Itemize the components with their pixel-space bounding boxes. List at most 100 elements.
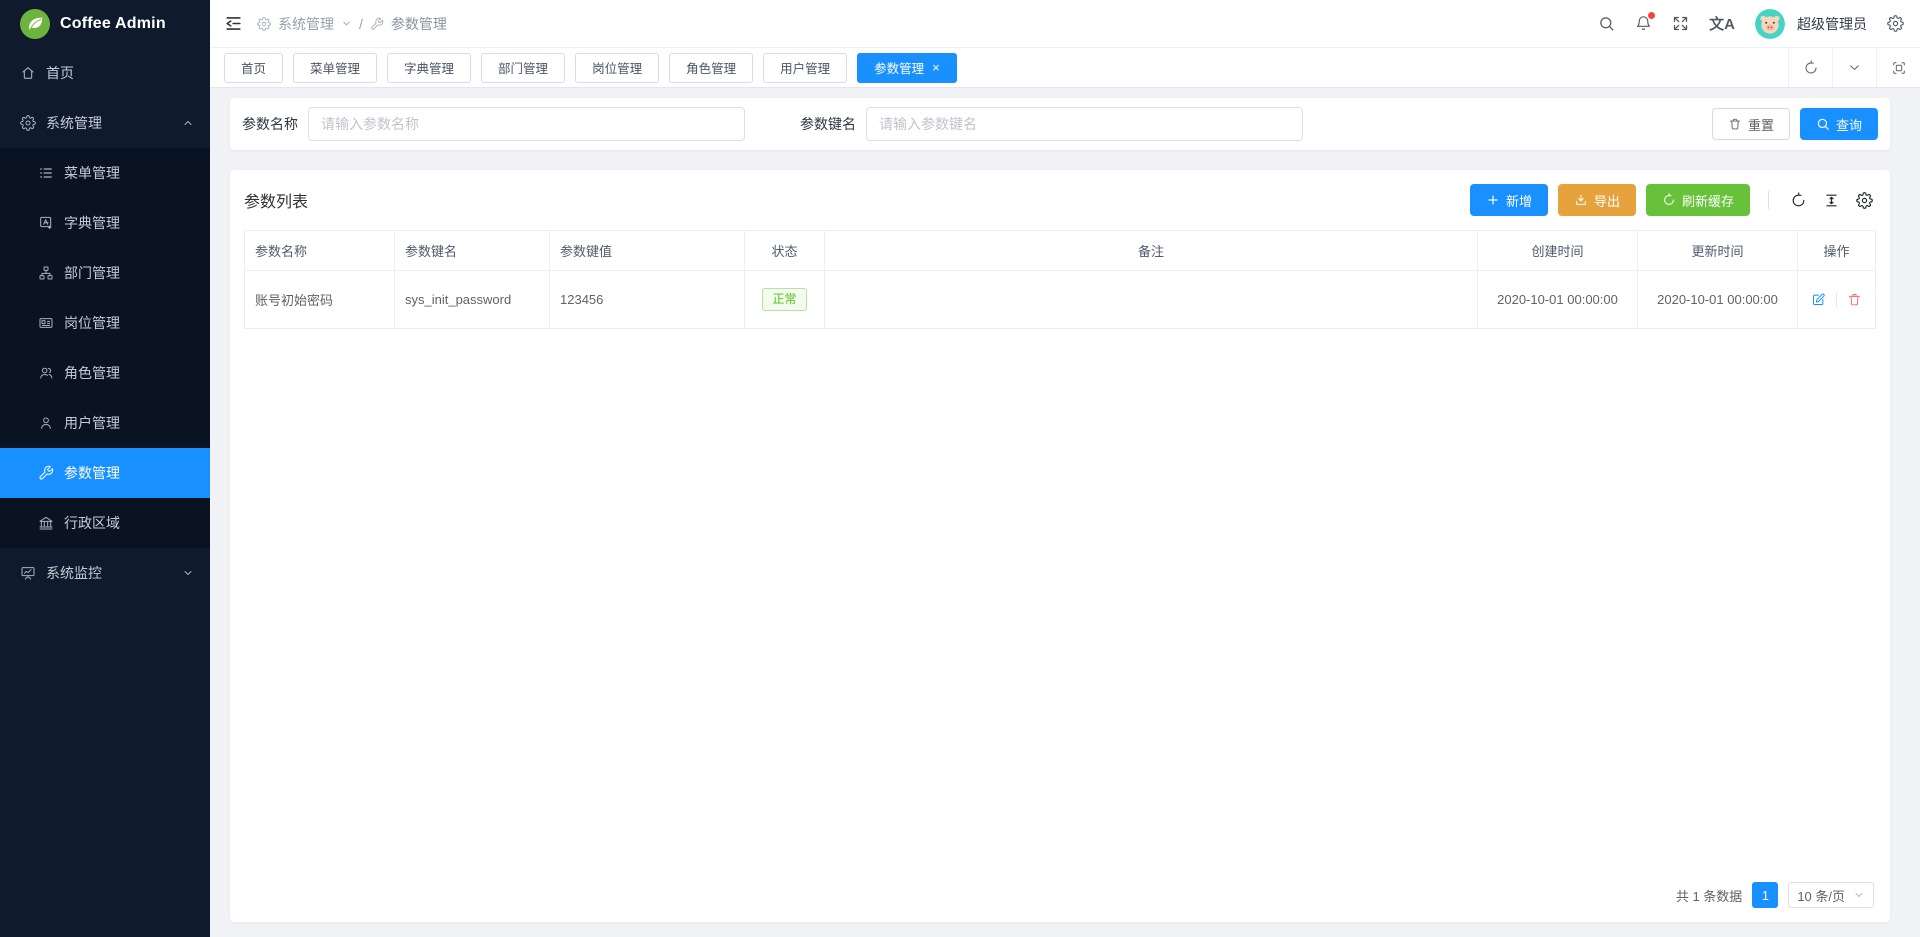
sidebar-item-home[interactable]: 首页	[0, 48, 210, 98]
gear-icon	[257, 17, 271, 31]
sidebar-item-role-management[interactable]: 角色管理	[0, 348, 210, 398]
tab-role-management[interactable]: 角色管理	[669, 53, 753, 83]
export-button[interactable]: 导出	[1558, 184, 1636, 216]
cell-status: 正常	[745, 271, 825, 329]
leaf-icon	[20, 9, 50, 39]
refresh-cache-button[interactable]: 刷新缓存	[1646, 184, 1750, 216]
logo: Coffee Admin	[0, 0, 210, 48]
tab-home[interactable]: 首页	[224, 53, 283, 83]
search-icon[interactable]	[1598, 15, 1615, 32]
content: 参数名称 参数键名 重置 查询	[210, 88, 1920, 937]
download-icon	[1574, 193, 1588, 207]
sidebar-item-system-management[interactable]: 系统管理	[0, 98, 210, 148]
cell-created-at: 2020-10-01 00:00:00	[1478, 271, 1638, 329]
page-button-1[interactable]: 1	[1752, 882, 1778, 908]
fullscreen-icon[interactable]	[1672, 15, 1689, 32]
param-key-label: 参数键名	[800, 114, 856, 134]
sidebar-item-label: 参数管理	[64, 463, 120, 483]
refresh-icon	[1662, 193, 1676, 207]
sidebar-item-label: 部门管理	[64, 263, 120, 283]
users-icon	[38, 365, 54, 381]
close-icon[interactable]: ×	[932, 61, 940, 74]
column-header-name: 参数名称	[245, 231, 395, 271]
sidebar-menu: 首页 系统管理 菜单管理 字典管理 部门管理	[0, 48, 210, 937]
param-table: 参数名称 参数键名 参数键值 状态 备注 创建时间 更新时间 操作 账号初始密码	[244, 230, 1876, 329]
param-name-input[interactable]	[308, 107, 745, 141]
breadcrumb-separator: /	[359, 16, 363, 32]
settings-gear-icon[interactable]	[1887, 15, 1904, 32]
sidebar-item-user-management[interactable]: 用户管理	[0, 398, 210, 448]
tabbar-tools	[1788, 48, 1920, 87]
table-header-row: 参数名称 参数键名 参数键值 状态 备注 创建时间 更新时间 操作	[245, 231, 1876, 271]
sidebar-item-post-management[interactable]: 岗位管理	[0, 298, 210, 348]
page-size-select[interactable]: 10 条/页	[1788, 882, 1874, 908]
sidebar-submenu-system: 菜单管理 字典管理 部门管理 岗位管理 角色管理	[0, 148, 210, 548]
column-header-actions: 操作	[1798, 231, 1876, 271]
add-button[interactable]: 新增	[1470, 184, 1548, 216]
user-name[interactable]: 超级管理员	[1797, 14, 1867, 34]
refresh-icon	[1803, 60, 1819, 76]
sidebar-item-label: 用户管理	[64, 413, 120, 433]
wrench-icon	[370, 17, 384, 31]
refresh-icon	[1790, 192, 1807, 209]
bank-icon	[38, 515, 54, 531]
sidebar-item-dept-management[interactable]: 部门管理	[0, 248, 210, 298]
sidebar-item-label: 菜单管理	[64, 163, 120, 183]
app-title: Coffee Admin	[60, 15, 166, 33]
tab-dept-management[interactable]: 部门管理	[481, 53, 565, 83]
status-badge: 正常	[762, 288, 806, 312]
param-key-field: 参数键名	[800, 107, 1303, 141]
breadcrumb-section[interactable]: 系统管理	[278, 14, 334, 34]
sidebar-item-system-monitor[interactable]: 系统监控	[0, 548, 210, 598]
tab-param-management[interactable]: 参数管理 ×	[857, 53, 957, 83]
tab-menu-management[interactable]: 菜单管理	[293, 53, 377, 83]
sidebar-item-param-management[interactable]: 参数管理	[0, 448, 210, 498]
query-button[interactable]: 查询	[1800, 108, 1878, 140]
dictionary-icon	[38, 215, 54, 231]
search-icon	[1816, 117, 1830, 131]
sidebar-item-admin-region[interactable]: 行政区域	[0, 498, 210, 548]
column-header-value: 参数键值	[550, 231, 745, 271]
trash-icon	[1728, 117, 1742, 131]
total-count: 共 1 条数据	[1676, 886, 1742, 905]
chevron-down-icon	[341, 18, 352, 29]
search-form: 参数名称 参数键名 重置 查询	[230, 98, 1890, 150]
sidebar-item-dict-management[interactable]: 字典管理	[0, 198, 210, 248]
chevron-down-icon	[182, 567, 194, 579]
sidebar-item-label: 首页	[46, 63, 74, 83]
param-key-input[interactable]	[866, 107, 1303, 141]
sidebar-item-menu-management[interactable]: 菜单管理	[0, 148, 210, 198]
toolbar-refresh-button[interactable]	[1787, 192, 1810, 209]
sidebar-item-label: 角色管理	[64, 363, 120, 383]
tab-post-management[interactable]: 岗位管理	[575, 53, 659, 83]
notification-button[interactable]	[1635, 15, 1652, 32]
column-header-remark: 备注	[825, 231, 1478, 271]
sidebar-item-label: 岗位管理	[64, 313, 120, 333]
tab-maximize-button[interactable]	[1876, 48, 1920, 87]
tab-dict-management[interactable]: 字典管理	[387, 53, 471, 83]
delete-icon[interactable]	[1847, 292, 1862, 307]
translate-icon[interactable]: 文A	[1709, 13, 1735, 34]
gear-icon	[20, 115, 36, 131]
action-divider	[1836, 293, 1837, 307]
card-title: 参数列表	[244, 188, 308, 212]
table-empty-space	[244, 329, 1876, 870]
edit-icon[interactable]	[1811, 292, 1826, 307]
tab-refresh-button[interactable]	[1788, 48, 1832, 87]
tab-dropdown-button[interactable]	[1832, 48, 1876, 87]
toolbar-settings-button[interactable]	[1853, 192, 1876, 209]
cell-param-value: 123456	[550, 271, 745, 329]
column-header-updated: 更新时间	[1638, 231, 1798, 271]
param-list-card: 参数列表 新增 导出 刷新缓存	[230, 170, 1890, 922]
avatar[interactable]	[1755, 9, 1785, 39]
column-header-key: 参数键名	[395, 231, 550, 271]
list-icon	[38, 165, 54, 181]
reset-button[interactable]: 重置	[1712, 108, 1790, 140]
toolbar-density-button[interactable]	[1820, 192, 1843, 209]
sidebar-item-label: 字典管理	[64, 213, 120, 233]
fold-icon[interactable]	[224, 14, 243, 33]
param-name-label: 参数名称	[242, 114, 298, 134]
chevron-down-icon	[1847, 60, 1862, 75]
toolbar-divider	[1768, 191, 1769, 209]
tab-user-management[interactable]: 用户管理	[763, 53, 847, 83]
